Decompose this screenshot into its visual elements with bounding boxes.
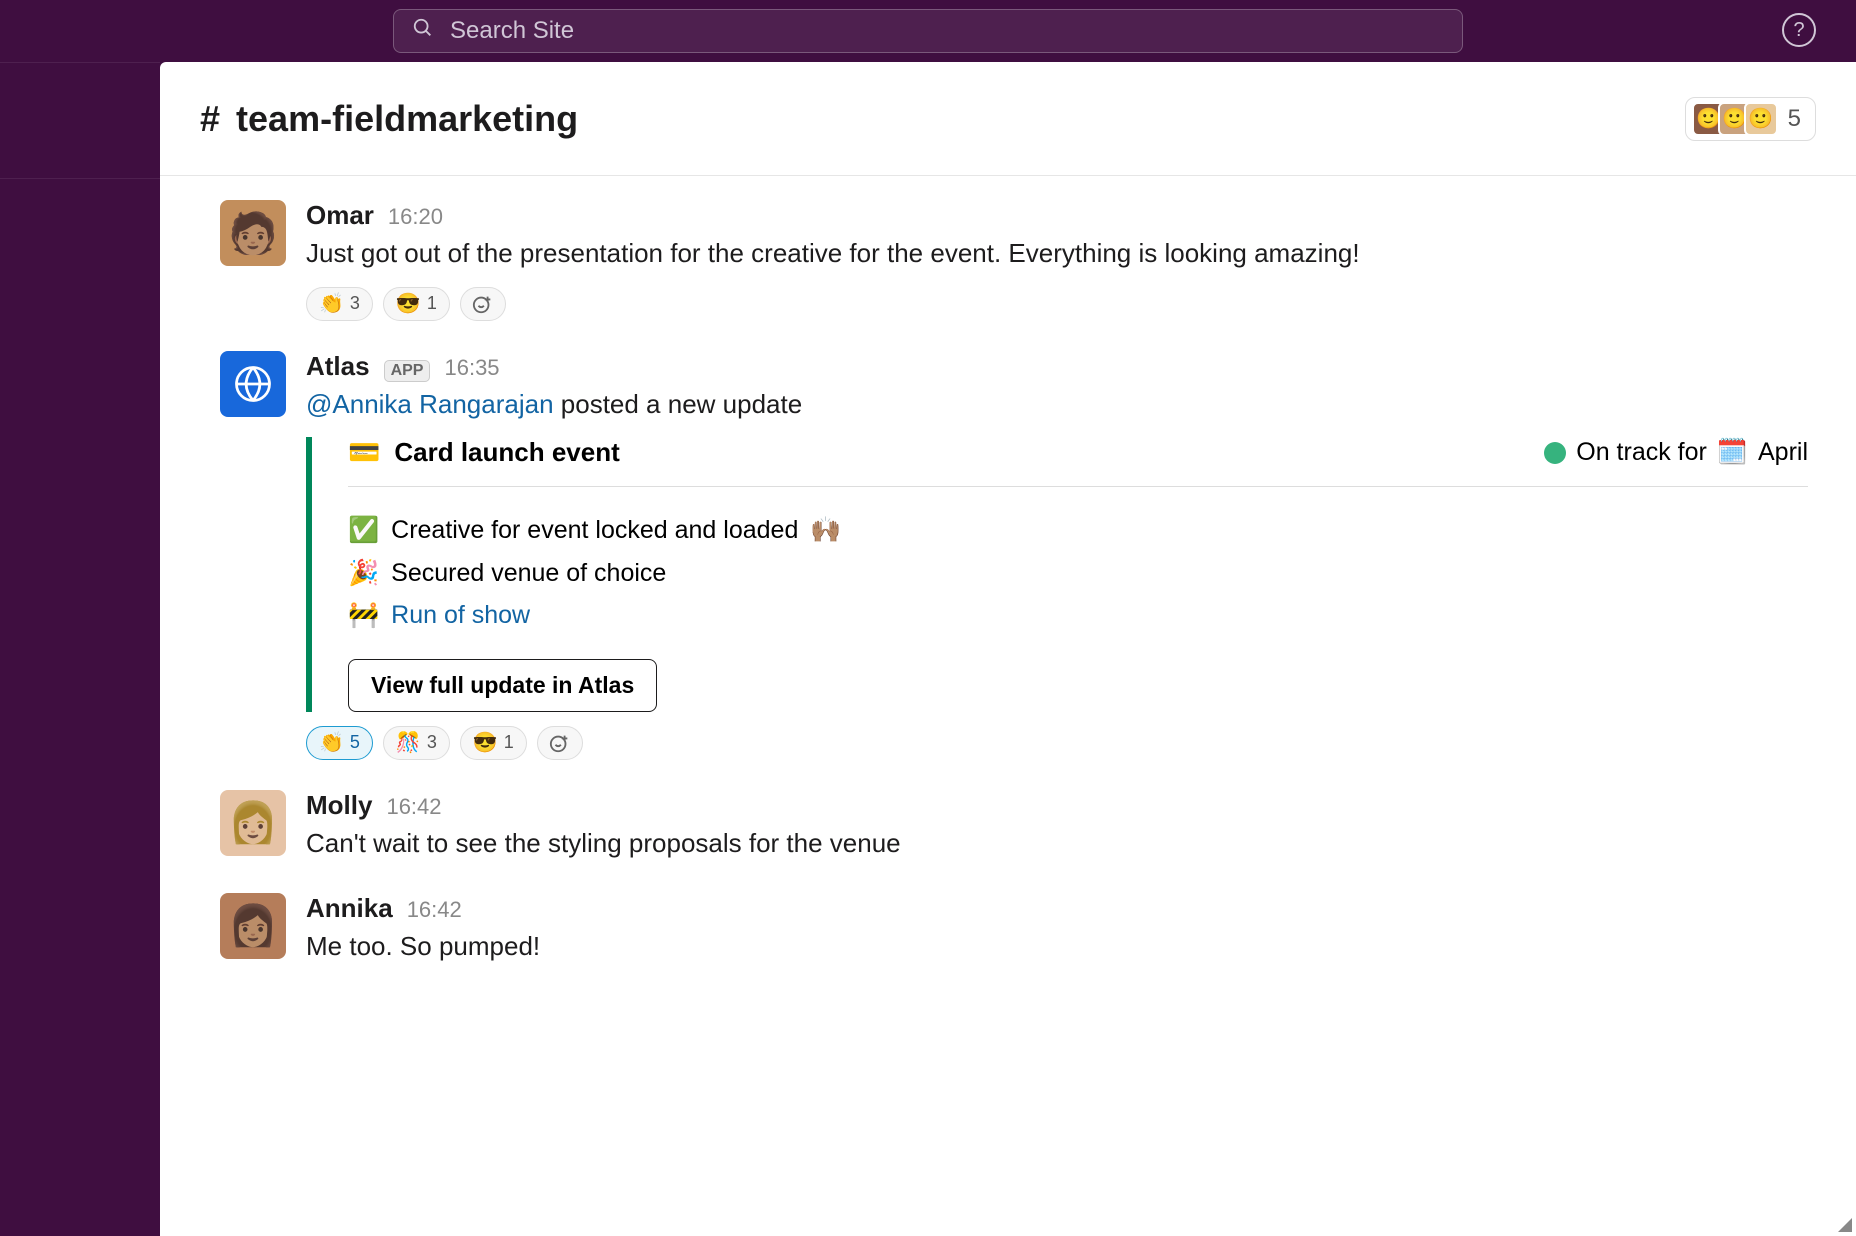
channel-hash: # [200,98,220,139]
message-author[interactable]: Atlas [306,351,370,382]
sunglasses-emoji: 😎 [396,291,421,316]
clap-emoji: 👏 [319,291,344,316]
app-avatar[interactable] [220,351,286,417]
message-author[interactable]: Annika [306,893,393,924]
avatar[interactable]: 👩🏼 [220,790,286,856]
bullet-item: 🎉 Secured venue of choice [348,552,1808,595]
party-emoji: 🎉 [348,552,379,595]
raised-hands-emoji: 🙌🏽 [810,509,841,552]
bullet-item: 🚧 Run of show [348,594,1808,637]
message-time: 16:42 [407,897,462,923]
avatar: 🙂 [1744,102,1778,136]
bullet-item: ✅ Creative for event locked and loaded 🙌… [348,509,1808,552]
message-text: Me too. So pumped! [306,928,1808,966]
atlas-icon [231,362,275,406]
message-text: Can't wait to see the styling proposals … [306,825,1808,863]
bullet-text: Secured venue of choice [391,552,666,595]
member-avatars: 🙂 🙂 🙂 [1692,102,1778,136]
reaction-clap[interactable]: 👏 5 [306,726,373,760]
search-input[interactable]: Search Site [393,9,1463,53]
avatar[interactable]: 🧑🏽 [220,200,286,266]
sidebar-rail-item[interactable] [0,178,160,294]
reaction-count: 5 [350,732,360,753]
status-dot-icon [1544,442,1566,464]
search-icon [412,17,434,46]
message-suffix: posted a new update [554,389,803,419]
bullet-link[interactable]: Run of show [391,594,530,637]
message: 👩🏼 Molly 16:42 Can't wait to see the sty… [220,790,1808,863]
member-count: 5 [1788,105,1801,133]
check-emoji: ✅ [348,509,379,552]
reaction-confetti[interactable]: 🎊 3 [383,726,450,760]
message-text: Just got out of the presentation for the… [306,235,1808,273]
sidebar [0,62,160,1236]
status-text: On track for [1576,438,1707,467]
message-time: 16:20 [388,204,443,230]
app-badge: APP [384,360,431,382]
clap-emoji: 👏 [319,730,344,755]
card-icon: 💳 [348,437,380,468]
resize-handle-icon[interactable] [1838,1218,1852,1232]
message-text: @Annika Rangarajan posted a new update [306,386,1808,424]
reaction-count: 3 [427,732,437,753]
add-reaction-icon [549,732,571,754]
user-mention[interactable]: @Annika Rangarajan [306,389,554,419]
add-reaction-button[interactable] [460,287,506,321]
help-button[interactable]: ? [1782,13,1816,47]
message: Atlas APP 16:35 @Annika Rangarajan poste… [220,351,1808,760]
add-reaction-icon [472,293,494,315]
card-status: On track for 🗓️ April [1544,438,1808,467]
calendar-icon: 🗓️ [1717,438,1748,467]
reaction-sunglasses[interactable]: 😎 1 [460,726,527,760]
main-pane: # team-fieldmarketing 🙂 🙂 🙂 5 🧑🏽 Omar 16… [160,62,1856,1236]
message-list: 🧑🏽 Omar 16:20 Just got out of the presen… [160,176,1856,1005]
construction-emoji: 🚧 [348,594,379,637]
message: 🧑🏽 Omar 16:20 Just got out of the presen… [220,200,1808,321]
card-title[interactable]: 💳 Card launch event [348,437,620,468]
bullet-text: Creative for event locked and loaded [391,509,798,552]
help-icon: ? [1793,19,1804,42]
channel-header: # team-fieldmarketing 🙂 🙂 🙂 5 [160,62,1856,176]
view-update-button[interactable]: View full update in Atlas [348,659,657,712]
sidebar-rail-item[interactable] [0,62,160,178]
members-button[interactable]: 🙂 🙂 🙂 5 [1685,97,1816,141]
add-reaction-button[interactable] [537,726,583,760]
message-time: 16:35 [444,355,499,381]
avatar[interactable]: 👩🏽 [220,893,286,959]
message-time: 16:42 [386,794,441,820]
message-author[interactable]: Omar [306,200,374,231]
sunglasses-emoji: 😎 [473,730,498,755]
update-card: 💳 Card launch event On track for 🗓️ Apri… [306,437,1808,712]
message-author[interactable]: Molly [306,790,372,821]
card-title-text: Card launch event [394,437,619,468]
reactions: 👏 3 😎 1 [306,287,1808,321]
message: 👩🏽 Annika 16:42 Me too. So pumped! [220,893,1808,966]
confetti-emoji: 🎊 [396,730,421,755]
search-placeholder: Search Site [450,17,574,45]
reaction-count: 3 [350,293,360,314]
reaction-count: 1 [504,732,514,753]
topbar: Search Site ? [0,0,1856,62]
reaction-clap[interactable]: 👏 3 [306,287,373,321]
channel-title[interactable]: # team-fieldmarketing [200,98,578,140]
reaction-sunglasses[interactable]: 😎 1 [383,287,450,321]
reaction-count: 1 [427,293,437,314]
status-date: April [1758,438,1808,467]
reactions: 👏 5 🎊 3 😎 1 [306,726,1808,760]
